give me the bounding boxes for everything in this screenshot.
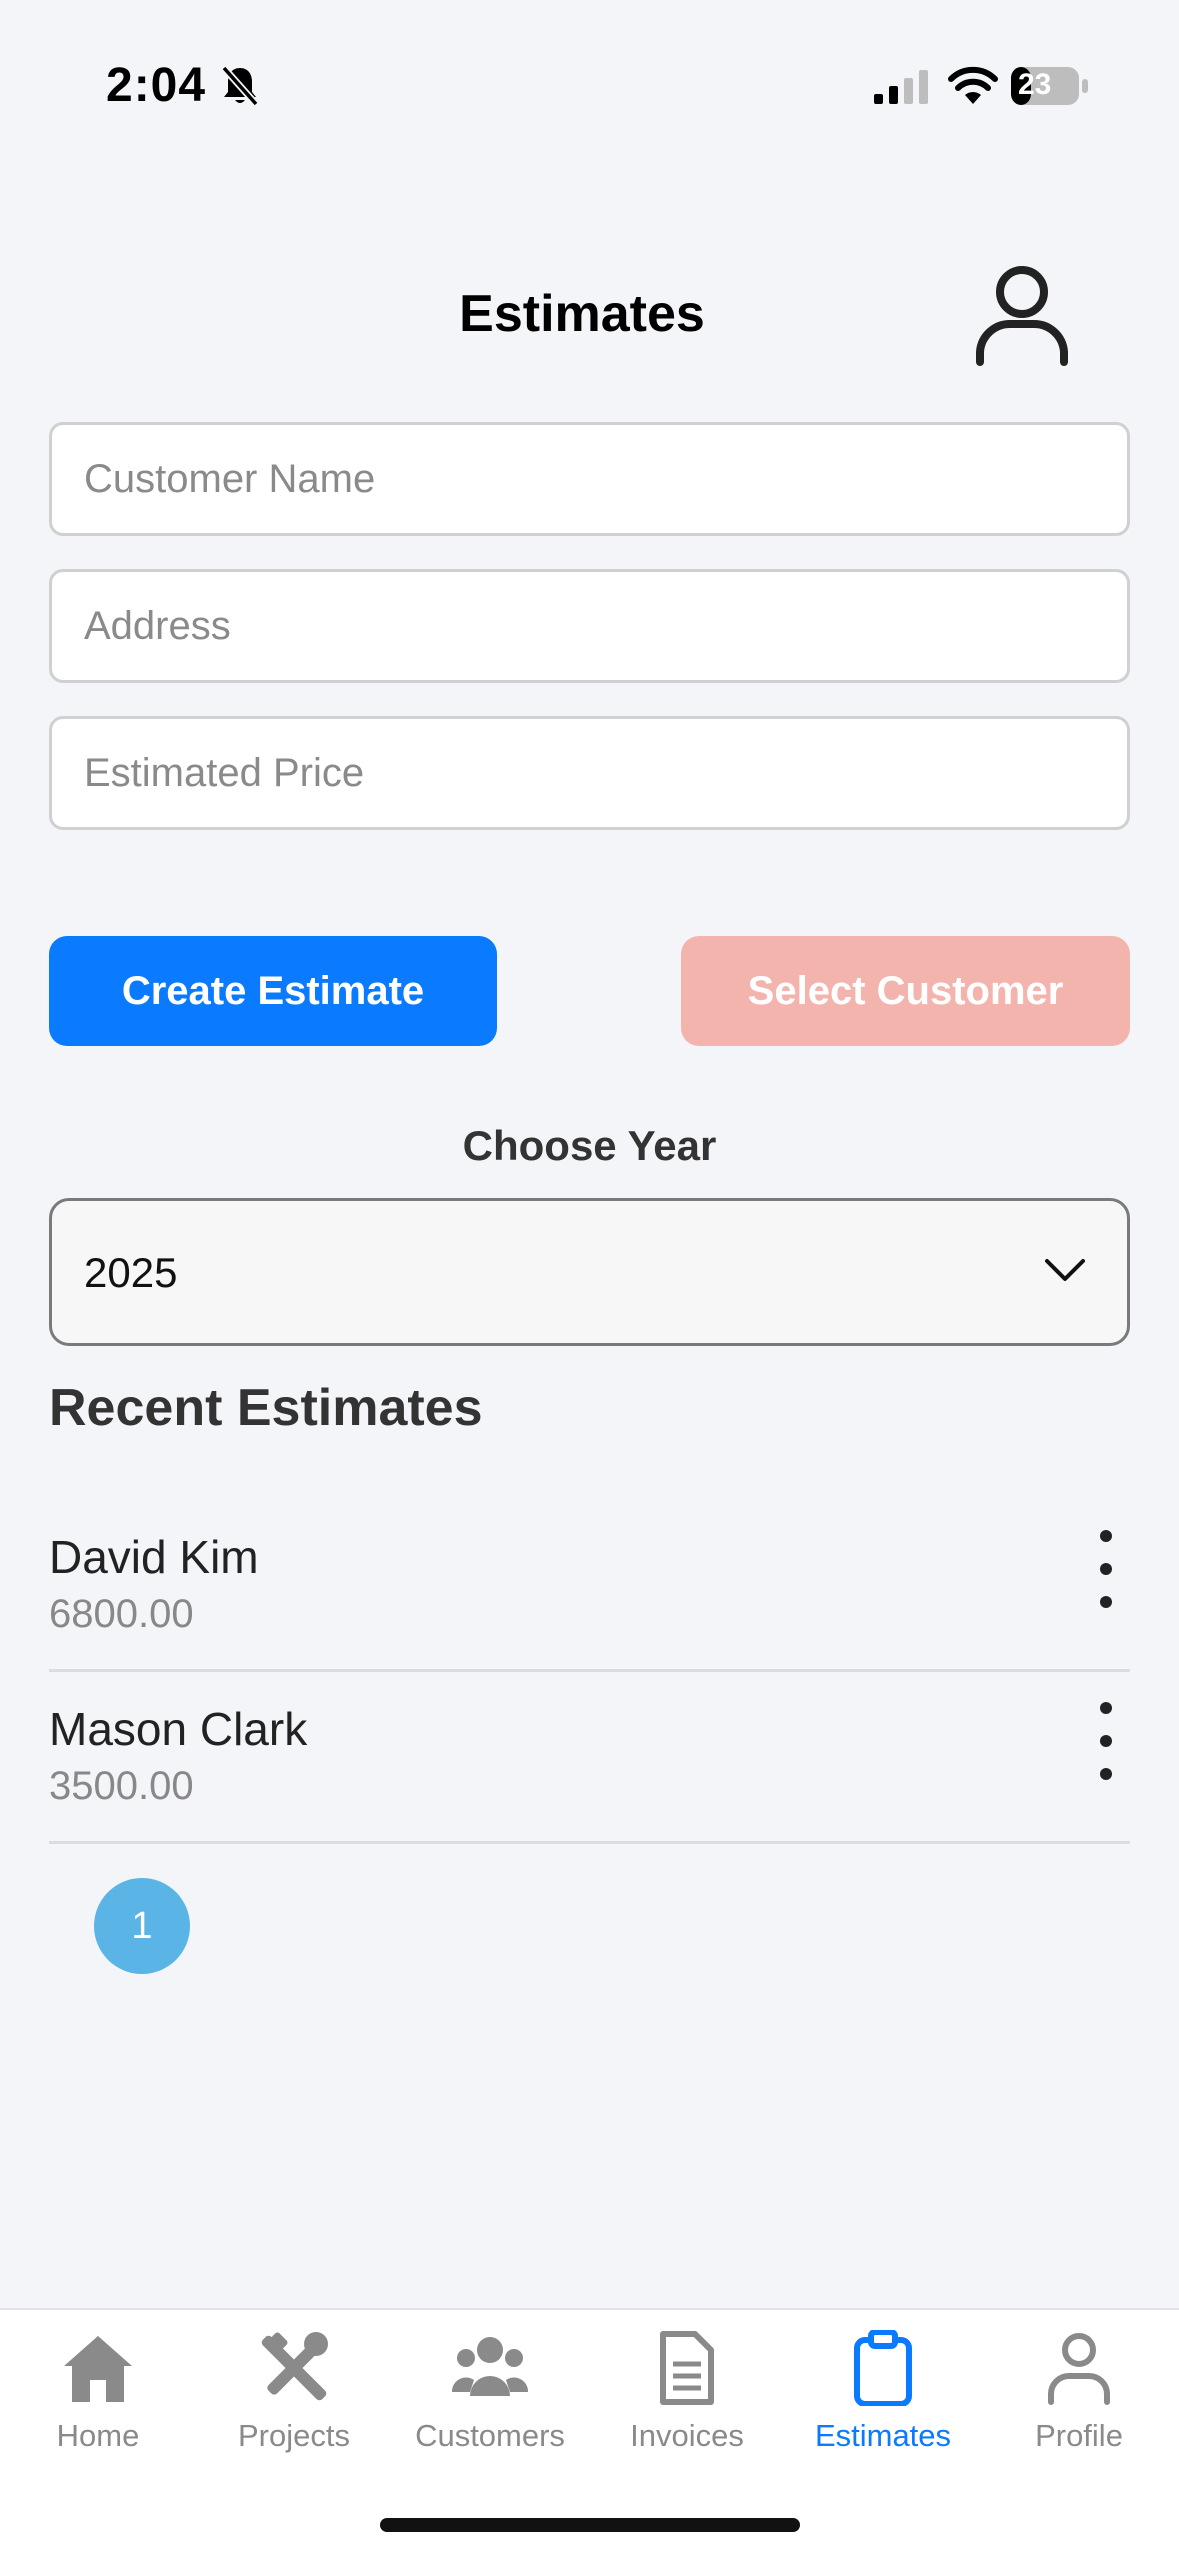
- person-icon: [1048, 2333, 1110, 2405]
- more-vertical-icon[interactable]: [1094, 1702, 1118, 1782]
- tab-label: Customers: [415, 2418, 565, 2453]
- wifi-icon: [948, 66, 998, 104]
- choose-year-label: Choose Year: [462, 1122, 717, 1169]
- tab-profile[interactable]: Profile: [981, 2330, 1177, 2454]
- battery-icon: 23: [1010, 66, 1090, 106]
- customer-name-input[interactable]: [49, 422, 1130, 536]
- status-time: 2:04: [106, 59, 207, 112]
- tab-label: Estimates: [814, 2418, 952, 2453]
- tab-estimates[interactable]: Estimates: [785, 2330, 981, 2454]
- list-item[interactable]: David Kim 6800.00: [49, 1500, 1130, 1672]
- pagination-page-1[interactable]: 1: [94, 1878, 190, 1974]
- estimate-amount: 6800.00: [49, 1592, 194, 1636]
- home-indicator[interactable]: [380, 2518, 800, 2532]
- cellular-signal-icon: [874, 70, 928, 104]
- estimate-amount: 3500.00: [49, 1764, 194, 1808]
- tools-icon: [261, 2332, 328, 2401]
- document-icon: [660, 2331, 714, 2405]
- estimate-customer-name: Mason Clark: [49, 1703, 308, 1755]
- recent-estimates-title: Recent Estimates: [49, 1379, 483, 1437]
- user-outline-icon[interactable]: [972, 262, 1072, 368]
- create-estimate-button[interactable]: Create Estimate: [49, 936, 497, 1046]
- users-icon: [451, 2337, 529, 2396]
- home-icon: [64, 2336, 132, 2402]
- tab-label: Projects: [238, 2418, 350, 2453]
- year-select[interactable]: 2025: [49, 1198, 1130, 1346]
- tab-invoices[interactable]: Invoices: [589, 2330, 785, 2454]
- tab-customers[interactable]: Customers: [392, 2330, 588, 2454]
- tab-label: Home: [56, 2418, 140, 2453]
- estimate-customer-name: David Kim: [49, 1531, 259, 1583]
- battery-level: 23: [1018, 68, 1052, 101]
- address-input[interactable]: [49, 569, 1130, 683]
- clipboard-icon: [854, 2330, 912, 2406]
- tab-label: Invoices: [630, 2418, 744, 2453]
- bell-slash-icon: [221, 65, 259, 107]
- year-select-value: 2025: [84, 1249, 178, 1296]
- tab-home[interactable]: Home: [0, 2330, 196, 2454]
- select-customer-button[interactable]: Select Customer: [681, 936, 1130, 1046]
- tab-label: Profile: [1035, 2418, 1123, 2453]
- tab-projects[interactable]: Projects: [196, 2330, 392, 2454]
- estimated-price-input[interactable]: [49, 716, 1130, 830]
- chevron-down-icon: [1045, 1259, 1085, 1281]
- list-item[interactable]: Mason Clark 3500.00: [49, 1672, 1130, 1844]
- more-vertical-icon[interactable]: [1094, 1530, 1118, 1610]
